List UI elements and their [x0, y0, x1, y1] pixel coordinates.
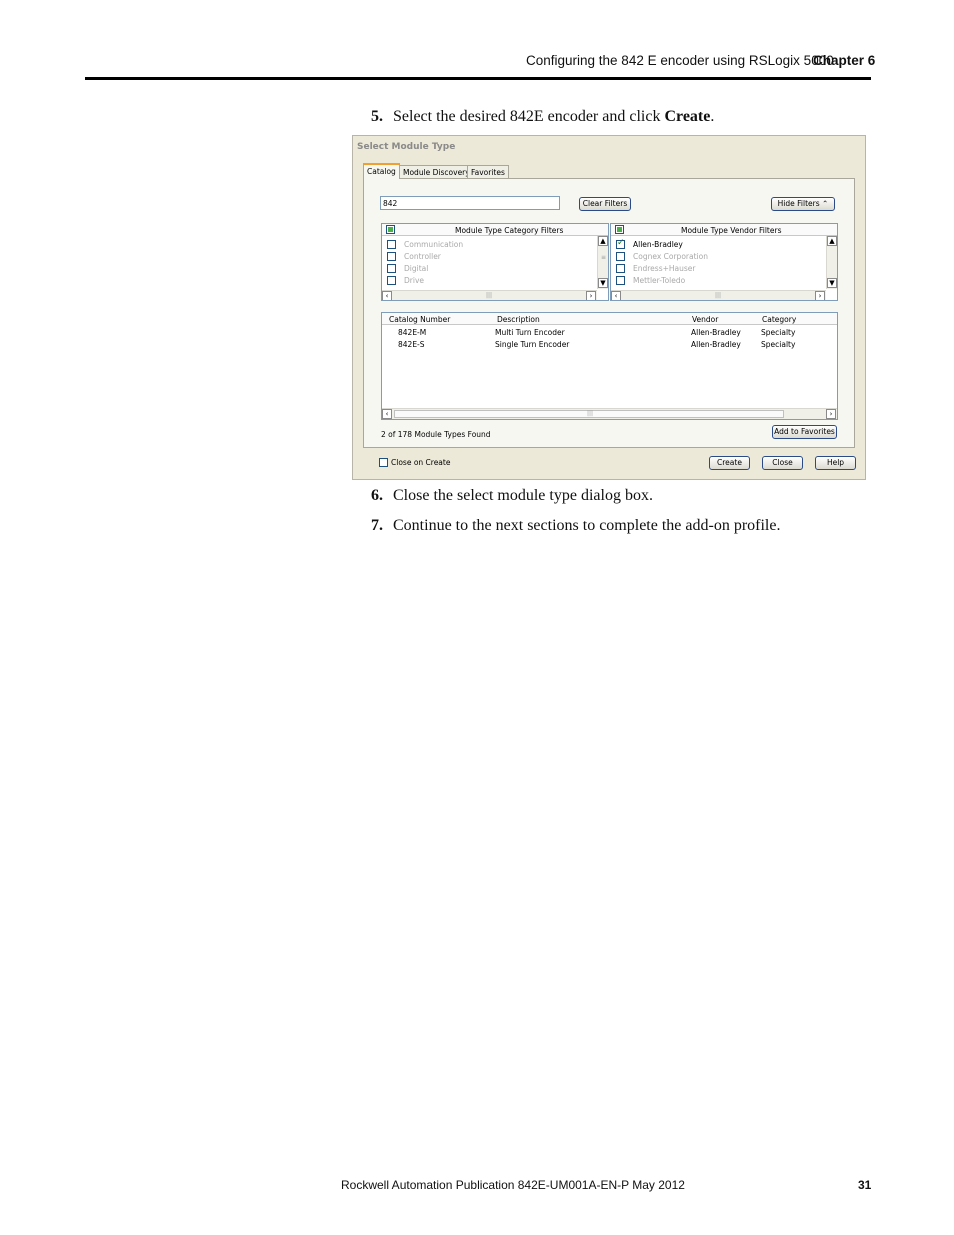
category-checkbox-digital[interactable] [387, 264, 396, 273]
scroll-grip-icon: ||| [715, 292, 722, 299]
vendor-checkbox-allen-bradley[interactable] [616, 238, 625, 249]
category-label-digital: Digital [404, 264, 429, 273]
module-results-table[interactable]: Catalog Number Description Vendor Catego… [381, 312, 838, 420]
column-vendor[interactable]: Vendor [692, 315, 718, 324]
category-label-communication: Communication [404, 240, 464, 249]
category-checkbox-controller[interactable] [387, 252, 396, 261]
step-number: 7. [371, 517, 383, 534]
step-number: 5. [371, 108, 383, 125]
close-on-create-label: Close on Create [391, 458, 451, 467]
close-button[interactable]: Close [762, 456, 803, 470]
scroll-left-icon[interactable]: ‹ [382, 291, 392, 300]
dialog-title: Select Module Type [357, 142, 456, 152]
category-vertical-scrollbar[interactable]: ▲ ≡ ▼ [597, 236, 608, 289]
vendor-vertical-scrollbar[interactable]: ▲ ▼ [826, 236, 837, 289]
vendor-label-mettler-toledo: Mettler-Toledo [633, 276, 686, 285]
step-text-end: . [710, 108, 715, 125]
scroll-right-icon[interactable]: › [815, 291, 825, 300]
tab-catalog[interactable]: Catalog [363, 163, 400, 179]
category-checkbox-drive[interactable] [387, 276, 396, 285]
hide-filters-button[interactable]: Hide Filters ⌃ [771, 197, 835, 211]
category-filter-header: Module Type Category Filters [382, 224, 608, 236]
cell-catalog-number: 842E-M [398, 328, 427, 337]
step-7: 7. Continue to the next sections to compl… [371, 517, 780, 535]
vendor-label-allen-bradley: Allen-Bradley [633, 240, 683, 249]
table-header: Catalog Number Description Vendor Catego… [382, 313, 837, 325]
cell-description: Multi Turn Encoder [495, 328, 565, 337]
scroll-right-icon[interactable]: › [586, 291, 596, 300]
step-text: Continue to the next sections to complet… [393, 517, 781, 534]
scroll-grip-icon: ||| [587, 410, 594, 417]
footer-publication: Rockwell Automation Publication 842E-UM0… [341, 1178, 685, 1192]
cell-vendor: Allen-Bradley [691, 340, 741, 349]
help-button[interactable]: Help [815, 456, 856, 470]
tab-module-discovery[interactable]: Module Discovery [399, 165, 474, 179]
running-header-chapter: Chapter 6 [813, 53, 876, 68]
cell-description: Single Turn Encoder [495, 340, 570, 349]
vendor-label-endress-hauser: Endress+Hauser [633, 264, 696, 273]
search-input[interactable]: 842 [380, 196, 560, 210]
select-module-type-dialog: Select Module Type Catalog Module Discov… [352, 135, 866, 480]
vendor-filter-header: Module Type Vendor Filters [611, 224, 837, 236]
scroll-left-icon[interactable]: ‹ [611, 291, 621, 300]
module-count-status: 2 of 178 Module Types Found [381, 430, 491, 439]
scroll-right-icon[interactable]: › [826, 409, 836, 419]
scroll-grip-icon: ≡ [601, 254, 607, 261]
clear-filters-button[interactable]: Clear Filters [579, 197, 631, 211]
column-catalog-number[interactable]: Catalog Number [389, 315, 450, 324]
category-checkbox-communication[interactable] [387, 240, 396, 249]
category-label-drive: Drive [404, 276, 424, 285]
vendor-checkbox-endress-hauser[interactable] [616, 264, 625, 273]
scroll-down-icon[interactable]: ▼ [598, 278, 608, 288]
cell-vendor: Allen-Bradley [691, 328, 741, 337]
category-horizontal-scrollbar[interactable]: ‹ ||| › [382, 290, 597, 300]
catalog-panel: 842 Clear Filters Hide Filters ⌃ Module … [363, 178, 855, 448]
vendor-checkbox-mettler-toledo[interactable] [616, 276, 625, 285]
running-header-title: Configuring the 842 E encoder using RSLo… [526, 53, 834, 68]
cell-category: Specialty [761, 340, 796, 349]
step-5: 5. Select the desired 842E encoder and cl… [371, 108, 714, 126]
vendor-filter-list[interactable]: Module Type Vendor Filters Allen-Bradley… [610, 223, 838, 301]
scroll-down-icon[interactable]: ▼ [827, 278, 837, 288]
vendor-select-all-checkbox[interactable] [615, 225, 624, 234]
category-filter-list[interactable]: Module Type Category Filters Communicati… [381, 223, 609, 301]
step-text: Close the select module type dialog box. [393, 487, 653, 504]
vendor-label-cognex: Cognex Corporation [633, 252, 708, 261]
scroll-up-icon[interactable]: ▲ [827, 236, 837, 246]
create-button[interactable]: Create [709, 456, 750, 470]
step-text: Select the desired 842E encoder and clic… [393, 108, 665, 125]
category-select-all-checkbox[interactable] [386, 225, 395, 234]
add-to-favorites-button[interactable]: Add to Favorites [772, 425, 837, 439]
scroll-left-icon[interactable]: ‹ [382, 409, 392, 419]
header-rule [85, 77, 871, 80]
double-chevron-up-icon: ⌃ [822, 199, 829, 208]
category-label-controller: Controller [404, 252, 441, 261]
scroll-up-icon[interactable]: ▲ [598, 236, 608, 246]
step-6: 6. Close the select module type dialog bo… [371, 487, 653, 505]
step-number: 6. [371, 487, 383, 504]
tab-favorites[interactable]: Favorites [467, 165, 509, 179]
step-bold-create: Create [664, 108, 711, 125]
cell-category: Specialty [761, 328, 796, 337]
table-horizontal-scrollbar[interactable]: ‹ ||| › [382, 408, 837, 419]
column-category[interactable]: Category [762, 315, 796, 324]
column-description[interactable]: Description [497, 315, 540, 324]
close-on-create-checkbox[interactable] [379, 458, 388, 467]
scroll-grip-icon: ||| [486, 292, 493, 299]
vendor-horizontal-scrollbar[interactable]: ‹ ||| › [611, 290, 826, 300]
vendor-checkbox-cognex[interactable] [616, 252, 625, 261]
cell-catalog-number: 842E-S [398, 340, 425, 349]
page-number: 31 [858, 1178, 872, 1192]
